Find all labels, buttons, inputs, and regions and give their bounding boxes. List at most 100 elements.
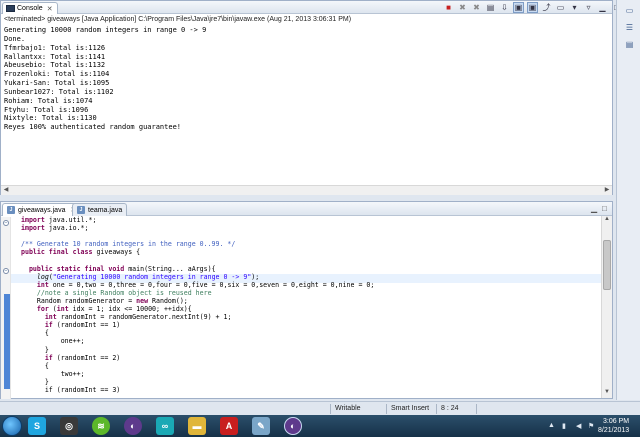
editor-tab-label: teama.java	[88, 206, 123, 214]
scrollbar-thumb[interactable]	[603, 240, 611, 290]
code-javadoc: /** Generate 10 random integers in the r…	[21, 240, 236, 249]
code-text: }	[44, 377, 49, 386]
console-output[interactable]: Generating 10000 random integers in rang…	[4, 26, 604, 132]
skype-icon[interactable]: S	[28, 417, 46, 435]
open-console-icon[interactable]: ▾	[569, 2, 580, 13]
code-keyword: public final class	[21, 248, 93, 257]
minimize-icon[interactable]: ▁	[597, 2, 608, 13]
editor-tab-teama[interactable]: J teama.java	[72, 203, 128, 216]
show-on-output-icon[interactable]: ▣	[513, 2, 524, 13]
explorer-folder-icon[interactable]: ▬	[188, 417, 206, 435]
code-text: two++;	[60, 369, 85, 378]
fold-icon[interactable]: −	[3, 268, 9, 274]
pin-console-icon[interactable]: ⤴	[541, 2, 552, 13]
status-empty-cell	[476, 404, 516, 414]
flag-icon[interactable]: ⚑	[588, 422, 594, 430]
console-output-line: Generating 10000 random integers in rang…	[4, 26, 207, 34]
arduino-icon[interactable]: ∞	[156, 417, 174, 435]
change-indicator	[4, 294, 10, 389]
taskbar: S ◎ ≋ ◐ ∞ ▬ A ✎ ◐ ▲ ▮ ◀ ⚑ 3:06 PM 8/21/2…	[0, 415, 640, 437]
status-bar: Writable Smart Insert 8 : 24	[0, 401, 640, 415]
console-output-line: Tfmrbajo1: Total is:1126	[4, 43, 106, 52]
console-view: Console ✕ ■ ✖ ✖ ▤ ⇩ ▣ ▣ ⤴ ▭ ▾ ▿ ▁ □ <ter…	[0, 0, 619, 195]
acrobat-icon[interactable]: A	[220, 417, 238, 435]
view-menu-icon[interactable]: ▿	[583, 2, 594, 13]
start-button[interactable]	[2, 416, 22, 436]
code-area[interactable]: import java.util.*; import java.io.*; /*…	[11, 216, 601, 398]
volume-icon[interactable]: ◀	[576, 422, 581, 430]
code-text: {	[44, 361, 49, 370]
notes-icon[interactable]: ✎	[252, 417, 270, 435]
code-keyword: int	[56, 305, 69, 314]
console-output-line: Abeusebio: Total is:1132	[4, 61, 106, 70]
code-text: Random();	[148, 296, 188, 305]
code-text: );	[251, 272, 260, 281]
console-output-line: Sunbear1027: Total is:1102	[4, 87, 114, 96]
scroll-lock-icon[interactable]: ⇩	[499, 2, 510, 13]
code-keyword: new	[136, 296, 149, 305]
restore-icon[interactable]: ▭	[624, 5, 635, 16]
code-text: main(String... aArgs){	[124, 264, 216, 273]
spotify-icon[interactable]: ≋	[92, 417, 110, 435]
outline-view-icon[interactable]: ☰	[624, 22, 635, 33]
code-keyword: int	[44, 313, 57, 322]
clock-time[interactable]: 3:06 PM	[603, 418, 629, 425]
code-keyword: import	[21, 224, 45, 233]
console-output-line: Done.	[4, 34, 26, 43]
close-icon[interactable]: ✕	[47, 5, 53, 13]
editor-tab-giveaways[interactable]: J giveaways.java ✕	[2, 203, 82, 216]
code-text: one = 0,two = 0,three = 0,four = 0,five …	[48, 280, 375, 289]
editor-vertical-scrollbar[interactable]: ▲ ▼	[601, 216, 612, 398]
display-console-icon[interactable]: ▭	[555, 2, 566, 13]
console-output-line: Frozenloki: Total is:1104	[4, 70, 110, 79]
editor-tab-bar: J giveaways.java ✕ J teama.java ▁ □	[1, 202, 612, 216]
console-status-line: <terminated> giveaways [Java Application…	[4, 16, 352, 23]
eclipse-active-icon[interactable]: ◐	[284, 417, 302, 435]
console-output-line: Reyes 100% authenticated random guarante…	[4, 123, 182, 132]
steam-icon[interactable]: ◎	[60, 417, 78, 435]
code-keyword: import	[21, 216, 45, 224]
scroll-up-icon[interactable]: ▲	[602, 216, 612, 225]
show-on-error-icon[interactable]: ▣	[527, 2, 538, 13]
code-text: giveaways {	[92, 248, 141, 257]
code-text: one++;	[60, 337, 85, 346]
code-keyword: int	[36, 280, 49, 289]
code-text: java.io.*;	[44, 224, 89, 233]
show-hidden-icons[interactable]: ▲	[548, 422, 555, 429]
terminate-icon[interactable]: ■	[443, 2, 454, 13]
scroll-down-icon[interactable]: ▼	[602, 389, 612, 398]
console-output-line: Yukari-San: Total is:1095	[4, 79, 110, 88]
code-text: (randomInt == 2)	[52, 353, 121, 362]
java-file-icon: J	[77, 206, 85, 214]
java-file-icon: J	[7, 206, 15, 214]
scroll-left-icon[interactable]: ◀	[1, 186, 11, 195]
code-text: (randomInt == 1)	[52, 321, 121, 330]
console-horizontal-scrollbar[interactable]: ◀ ▶	[1, 185, 612, 195]
code-keyword: if	[44, 321, 53, 330]
code-keyword: public static final void	[28, 264, 125, 273]
code-method-call: log	[36, 272, 49, 281]
scroll-right-icon[interactable]: ▶	[602, 186, 612, 195]
minimize-icon[interactable]: ▁	[591, 204, 597, 213]
code-comment: //note a single Random object is reused …	[36, 288, 212, 297]
writable-status: Writable	[330, 404, 386, 414]
console-output-line: Nixtyle: Total is:1130	[4, 114, 97, 123]
fold-icon[interactable]: −	[3, 220, 9, 226]
right-trim-bar: ▭ ☰ ▤	[616, 0, 640, 400]
clock-date[interactable]: 8/21/2013	[598, 427, 629, 434]
code-text: }	[44, 345, 49, 354]
eclipse-icon[interactable]: ◐	[124, 417, 142, 435]
network-icon[interactable]: ▮	[562, 422, 566, 430]
editor-tab-label: giveaways.java	[18, 206, 66, 214]
code-keyword: for	[36, 305, 49, 314]
remove-launch-icon[interactable]: ✖	[457, 2, 468, 13]
code-string: "Generating 10000 random integers in ran…	[52, 272, 252, 281]
console-tab-label: Console	[17, 5, 43, 12]
task-list-icon[interactable]: ▤	[624, 39, 635, 50]
clear-console-icon[interactable]: ▤	[485, 2, 496, 13]
console-output-line: Rohiam: Total is:1074	[4, 96, 93, 105]
code-text: (	[48, 305, 57, 314]
console-tab[interactable]: Console ✕	[2, 2, 58, 14]
maximize-icon[interactable]: □	[602, 204, 607, 213]
remove-all-terminated-icon[interactable]: ✖	[471, 2, 482, 13]
